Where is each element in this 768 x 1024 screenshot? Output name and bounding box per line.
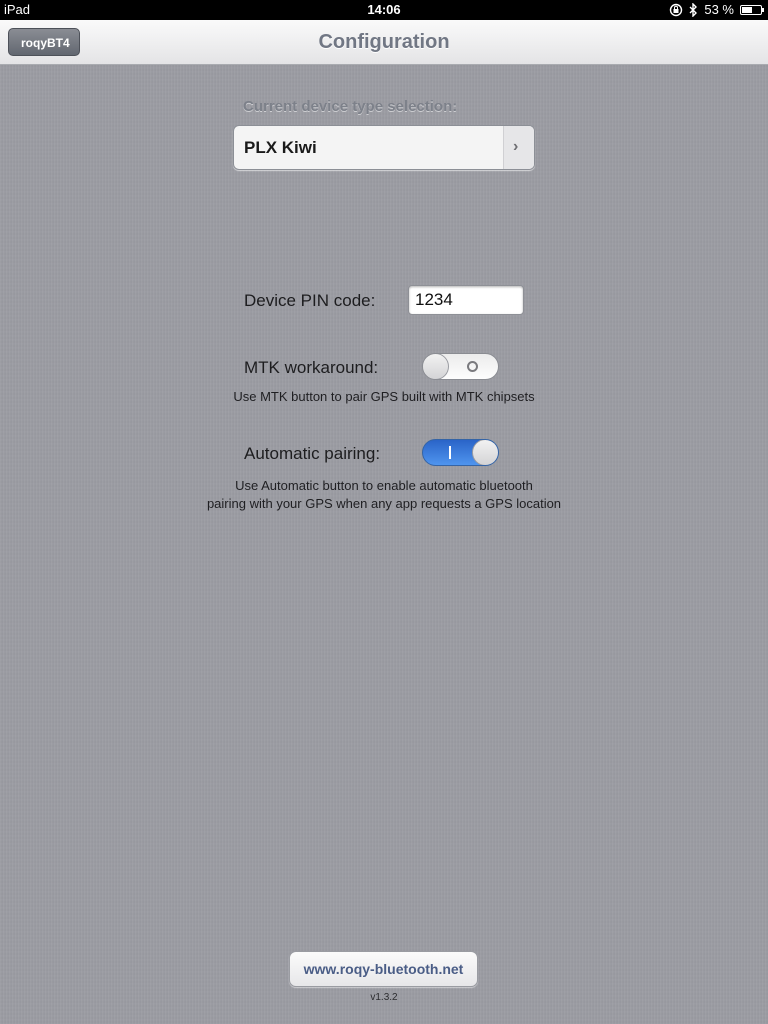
auto-pairing-toggle[interactable] <box>422 439 499 466</box>
pin-code-field[interactable] <box>408 285 524 315</box>
bluetooth-icon <box>689 3 698 17</box>
battery-icon <box>740 5 764 15</box>
orientation-lock-icon <box>670 3 683 17</box>
mtk-description: Use MTK button to pair GPS built with MT… <box>233 389 535 404</box>
toggle-on-mark <box>449 446 451 459</box>
device-type-value: PLX Kiwi <box>244 138 317 157</box>
device-selection-label: Current device type selection: <box>243 98 458 115</box>
auto-pairing-description-1: Use Automatic button to enable automatic… <box>235 478 533 493</box>
chevron-right-icon: › <box>513 138 519 155</box>
battery-fill <box>742 7 752 13</box>
auto-pairing-label: Automatic pairing: <box>244 444 381 463</box>
version-label: v1.3.2 <box>370 992 398 1003</box>
disclosure-area: › <box>503 126 534 169</box>
mtk-toggle[interactable] <box>422 353 499 380</box>
pin-label: Device PIN code: <box>244 291 376 310</box>
battery-percent: 53 % <box>704 2 734 17</box>
status-right: 53 % <box>669 0 764 20</box>
toggle-knob <box>423 354 449 379</box>
toggle-knob <box>472 440 498 465</box>
status-bar: iPad 14:06 53 % <box>0 0 768 20</box>
mtk-label: MTK workaround: <box>244 358 379 377</box>
auto-pairing-description-2: pairing with your GPS when any app reque… <box>206 496 562 511</box>
website-link-button[interactable]: www.roqy-bluetooth.net <box>289 951 478 987</box>
toggle-off-mark <box>467 361 478 372</box>
page-title: Configuration <box>318 31 450 53</box>
device-type-selector[interactable]: PLX Kiwi › <box>233 125 535 170</box>
navigation-bar: roqyBT4 Configuration <box>0 20 768 65</box>
status-time: 14:06 <box>367 2 401 17</box>
